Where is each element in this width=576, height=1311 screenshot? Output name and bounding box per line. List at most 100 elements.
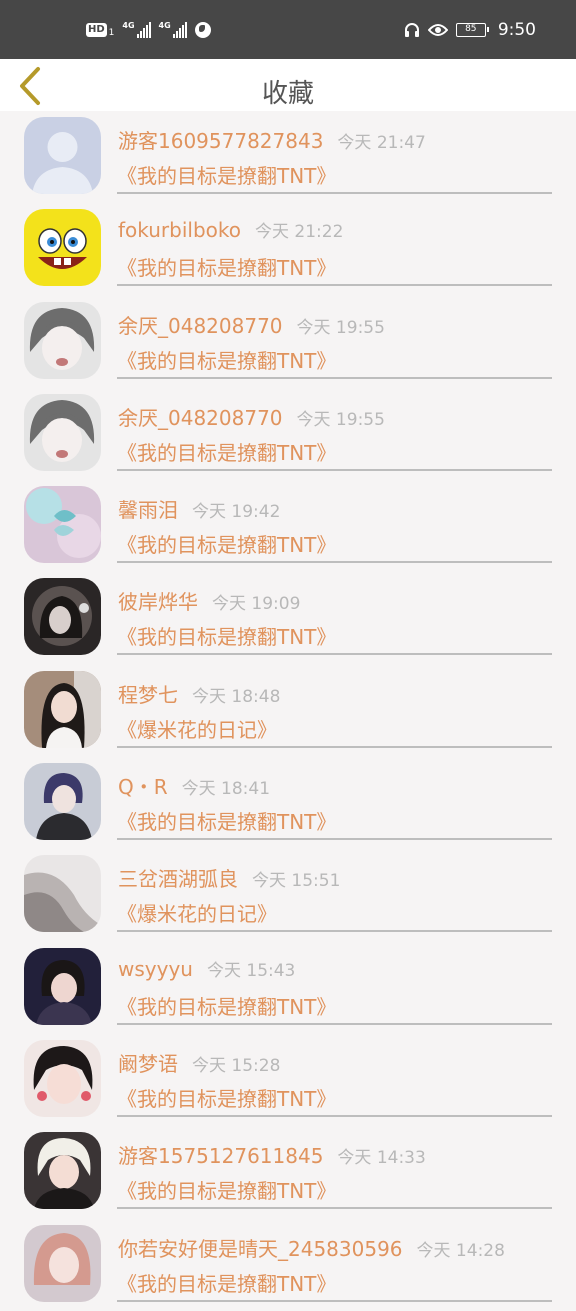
timestamp: 今天 19:55	[296, 317, 385, 338]
list-item[interactable]: fokurbilboko 今天 21:22 《我的目标是撩翻TNT》	[0, 203, 576, 295]
timestamp: 今天 14:33	[337, 1148, 426, 1169]
avatar	[24, 486, 101, 564]
divider	[117, 653, 552, 656]
divider	[117, 468, 552, 471]
timestamp: 今天 14:28	[416, 1240, 505, 1261]
user-name: 三岔酒湖弧良	[118, 867, 238, 892]
book-title: 《我的目标是撩翻TNT》	[117, 1179, 337, 1204]
sim-slot-label: 1	[108, 27, 115, 38]
status-left: HD 1 4G 4G	[86, 0, 211, 59]
avatar	[24, 670, 101, 748]
book-title: 《我的目标是撩翻TNT》	[117, 810, 337, 835]
timestamp: 今天 18:41	[181, 779, 271, 800]
user-name: 你若安好便是晴天_245830596	[118, 1236, 403, 1261]
status-right: 85 9:50	[404, 0, 536, 59]
avatar	[24, 763, 101, 841]
book-title: 《我的目标是撩翻TNT》	[117, 348, 337, 373]
signal-icon-2: 4G	[159, 21, 187, 38]
avatar	[24, 855, 101, 933]
divider	[117, 192, 552, 194]
user-name: 阚梦语	[118, 1051, 178, 1076]
item-header: 余厌_048208770 今天 19:55	[118, 402, 385, 431]
user-name: fokurbilboko	[118, 218, 241, 243]
user-name: 余厌_048208770	[118, 405, 283, 430]
divider	[117, 745, 552, 748]
item-header: 馨雨泪 今天 19:42	[118, 494, 280, 523]
divider	[117, 930, 552, 933]
timestamp: 今天 19:09	[212, 594, 301, 615]
item-header: 游客1575127611845 今天 14:33	[118, 1140, 426, 1169]
book-title: 《我的目标是撩翻TNT》	[117, 533, 337, 558]
battery-icon: 85	[455, 22, 489, 37]
list-item[interactable]: 游客1609577827843 今天 21:47 《我的目标是撩翻TNT》	[0, 111, 576, 203]
avatar	[24, 947, 101, 1025]
avatar	[24, 301, 101, 379]
divider	[117, 1114, 552, 1117]
timestamp: 今天 19:42	[192, 502, 281, 523]
timestamp: 今天 21:47	[337, 133, 426, 153]
book-title: 《我的目标是撩翻TNT》	[117, 1271, 337, 1296]
book-title: 《我的目标是撩翻TNT》	[117, 1086, 337, 1111]
item-header: 你若安好便是晴天_245830596 今天 14:28	[118, 1233, 505, 1262]
signal-icon-1: 4G	[122, 21, 151, 38]
avatar	[24, 117, 101, 194]
user-name: 游客1575127611845	[118, 1144, 324, 1169]
list-item[interactable]: 余厌_048208770 今天 19:55 《我的目标是撩翻TNT》	[0, 296, 576, 388]
book-title: 《我的目标是撩翻TNT》	[117, 625, 337, 650]
hd-icon: HD	[86, 22, 107, 37]
item-header: 阚梦语 今天 15:28	[118, 1048, 280, 1077]
user-name: wsyyyu	[118, 956, 193, 981]
divider	[117, 1022, 552, 1025]
book-title: 《我的目标是撩翻TNT》	[117, 994, 337, 1019]
book-title: 《我的目标是撩翻TNT》	[117, 440, 337, 465]
favorites-list: 游客1609577827843 今天 21:47 《我的目标是撩翻TNT》 fok…	[0, 111, 576, 1311]
item-header: 游客1609577827843 今天 21:47	[118, 125, 426, 154]
divider	[117, 1207, 552, 1210]
avatar	[24, 1132, 101, 1210]
divider	[117, 376, 552, 379]
item-header: Q・R 今天 18:41	[118, 771, 270, 800]
avatar	[24, 209, 101, 287]
list-item[interactable]: 你若安好便是晴天_245830596 今天 14:28 《我的目标是撩翻TNT》	[0, 1219, 576, 1311]
item-header: 程梦七 今天 18:48	[118, 679, 280, 708]
eye-icon	[427, 23, 448, 36]
header: 收藏	[0, 59, 576, 111]
divider	[117, 284, 552, 287]
list-item[interactable]: 程梦七 今天 18:48 《爆米花的日记》	[0, 665, 576, 757]
item-header: 三岔酒湖弧良 今天 15:51	[118, 863, 340, 892]
list-item[interactable]: 三岔酒湖弧良 今天 15:51 《爆米花的日记》	[0, 849, 576, 941]
user-name: 程梦七	[118, 682, 178, 707]
user-name: 余厌_048208770	[118, 313, 283, 338]
list-item[interactable]: 余厌_048208770 今天 19:55 《我的目标是撩翻TNT》	[0, 388, 576, 480]
globe-icon	[194, 21, 211, 38]
book-title: 《我的目标是撩翻TNT》	[117, 256, 337, 281]
timestamp: 今天 21:22	[255, 222, 344, 243]
avatar	[24, 1039, 101, 1117]
timestamp: 今天 15:51	[252, 871, 341, 892]
list-item[interactable]: 彼岸烨华 今天 19:09 《我的目标是撩翻TNT》	[0, 572, 576, 664]
list-item[interactable]: 阚梦语 今天 15:28 《我的目标是撩翻TNT》	[0, 1034, 576, 1126]
list-item[interactable]: 馨雨泪 今天 19:42 《我的目标是撩翻TNT》	[0, 480, 576, 572]
item-header: fokurbilboko 今天 21:22	[118, 217, 343, 242]
avatar	[24, 1224, 101, 1302]
list-item[interactable]: wsyyyu 今天 15:43 《我的目标是撩翻TNT》	[0, 942, 576, 1034]
list-item[interactable]: Q・R 今天 18:41 《我的目标是撩翻TNT》	[0, 757, 576, 849]
divider	[117, 561, 552, 564]
divider	[117, 1299, 552, 1302]
page-title: 收藏	[261, 79, 314, 109]
user-name: 游客1609577827843	[118, 129, 324, 153]
book-title: 《我的目标是撩翻TNT》	[117, 164, 337, 188]
divider	[117, 838, 552, 841]
avatar	[24, 393, 101, 471]
book-title: 《爆米花的日记》	[117, 902, 277, 927]
list-item[interactable]: 游客1575127611845 今天 14:33 《我的目标是撩翻TNT》	[0, 1126, 576, 1218]
item-header: 彼岸烨华 今天 19:09	[118, 586, 300, 615]
timestamp: 今天 19:55	[296, 409, 385, 430]
user-name: Q・R	[118, 775, 168, 800]
avatar	[24, 578, 101, 656]
status-bar: HD 1 4G 4G 85 9:50	[0, 0, 576, 59]
item-header: wsyyyu 今天 15:43	[118, 956, 295, 981]
headset-icon	[404, 22, 419, 37]
user-name: 馨雨泪	[118, 498, 178, 523]
item-header: 余厌_048208770 今天 19:55	[118, 310, 385, 339]
